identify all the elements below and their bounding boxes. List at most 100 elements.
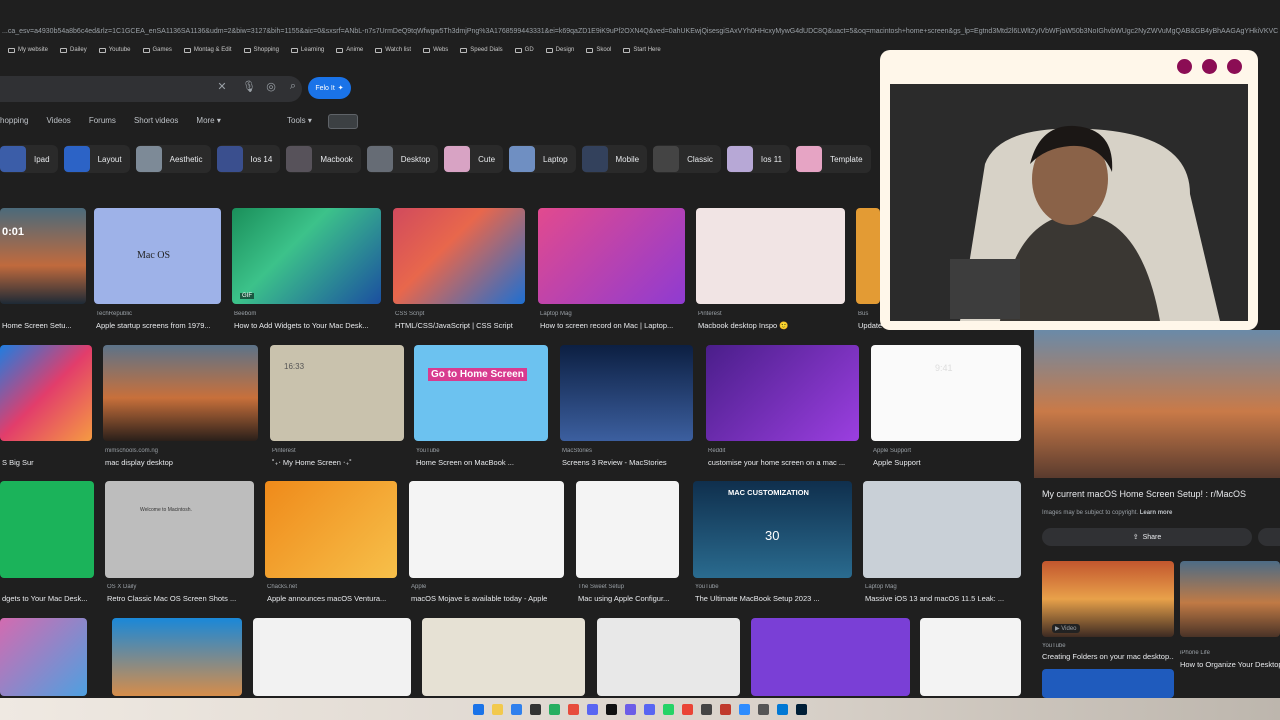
result-image[interactable] bbox=[409, 481, 564, 578]
result-caption[interactable]: Massive iOS 13 and macOS 11.5 Leak: ... bbox=[865, 594, 1035, 603]
result-image[interactable] bbox=[920, 618, 1021, 696]
bookmark-item[interactable]: Webs bbox=[423, 47, 448, 53]
tab-more[interactable]: More ▾ bbox=[196, 116, 220, 132]
chip-macbook[interactable]: Macbook bbox=[286, 145, 361, 173]
bookmark-item[interactable]: My website bbox=[8, 47, 48, 53]
bookmark-item[interactable]: Watch list bbox=[375, 47, 411, 53]
chip-layout[interactable]: Layout bbox=[63, 145, 130, 173]
result-caption[interactable]: Home Screen Setu... bbox=[2, 321, 100, 330]
result-image[interactable] bbox=[597, 618, 740, 696]
result-caption[interactable]: Macbook desktop Inspo 🙂 bbox=[698, 321, 859, 330]
taskbar-app-icon[interactable] bbox=[739, 703, 750, 715]
bookmark-item[interactable]: Youtube bbox=[98, 47, 131, 53]
taskbar-app-icon[interactable] bbox=[644, 703, 655, 715]
taskbar-app-icon[interactable] bbox=[568, 703, 579, 715]
result-image[interactable] bbox=[0, 618, 87, 696]
taskbar-app-icon[interactable] bbox=[530, 703, 541, 715]
bookmark-item[interactable]: Skool bbox=[586, 47, 611, 53]
result-caption[interactable]: macOS Mojave is available today - Apple bbox=[411, 594, 578, 603]
address-bar[interactable]: ...ca_esv=a4930b54a8b6c4ed&rlz=1C1GCEA_e… bbox=[0, 24, 1280, 40]
close-icon[interactable]: ✕ bbox=[214, 80, 230, 93]
bookmark-item[interactable]: Games bbox=[142, 47, 172, 53]
related-image-3[interactable] bbox=[1042, 669, 1174, 698]
result-caption[interactable]: Screens 3 Review - MacStories bbox=[562, 458, 707, 467]
result-image[interactable] bbox=[112, 618, 242, 696]
preview-image[interactable] bbox=[1034, 330, 1280, 478]
result-image[interactable] bbox=[393, 208, 525, 304]
result-image[interactable] bbox=[576, 481, 679, 578]
result-caption[interactable]: mac display desktop bbox=[105, 458, 272, 467]
result-image[interactable] bbox=[560, 345, 693, 441]
result-image[interactable] bbox=[706, 345, 859, 441]
taskbar-app-icon[interactable] bbox=[587, 703, 598, 715]
taskbar-app-icon[interactable] bbox=[663, 703, 674, 715]
taskbar-app-icon[interactable] bbox=[777, 703, 788, 715]
result-image[interactable] bbox=[0, 208, 86, 304]
result-image[interactable] bbox=[422, 618, 585, 696]
result-caption[interactable]: dgets to Your Mac Desk... bbox=[2, 594, 108, 603]
tab-videos[interactable]: Videos bbox=[46, 116, 70, 132]
taskbar-app-icon[interactable] bbox=[625, 703, 636, 715]
result-caption[interactable]: Mac using Apple Configur... bbox=[578, 594, 693, 603]
result-image[interactable] bbox=[0, 481, 94, 578]
taskbar-app-icon[interactable] bbox=[720, 703, 731, 715]
chip-mobile[interactable]: Mobile bbox=[581, 145, 648, 173]
taskbar-app-icon[interactable] bbox=[758, 703, 769, 715]
result-image[interactable] bbox=[253, 618, 411, 696]
result-caption[interactable]: S Big Sur bbox=[2, 458, 106, 467]
taskbar-app-icon[interactable] bbox=[796, 703, 807, 715]
microphone-icon[interactable]: 🎙 bbox=[241, 80, 257, 93]
result-caption[interactable]: The Ultimate MacBook Setup 2023 ... bbox=[695, 594, 866, 603]
result-image[interactable] bbox=[751, 618, 910, 696]
taskbar-app-icon[interactable] bbox=[682, 703, 693, 715]
result-image[interactable] bbox=[0, 345, 92, 441]
tools-toggle[interactable] bbox=[328, 114, 358, 129]
related-caption-1[interactable]: Creating Folders on your mac desktop... bbox=[1042, 652, 1174, 661]
bookmark-item[interactable]: Design bbox=[545, 47, 574, 53]
result-image[interactable] bbox=[538, 208, 685, 304]
search-icon[interactable]: ⌕ bbox=[285, 80, 301, 93]
learn-more-link[interactable]: Learn more bbox=[1140, 510, 1173, 516]
chip-ipad[interactable]: Ipad bbox=[0, 145, 58, 173]
taskbar-app-icon[interactable] bbox=[492, 703, 503, 715]
chip-ios-11[interactable]: Ios 11 bbox=[726, 145, 791, 173]
chip-template[interactable]: Template bbox=[796, 145, 871, 173]
result-caption[interactable]: HTML/CSS/JavaScript | CSS Script bbox=[395, 321, 539, 330]
chip-desktop[interactable]: Desktop bbox=[366, 145, 439, 173]
camera-icon[interactable]: ◎ bbox=[263, 80, 279, 93]
bookmark-item[interactable]: GD bbox=[514, 47, 534, 53]
result-image[interactable] bbox=[232, 208, 381, 304]
result-caption[interactable]: Apple announces macOS Ventura... bbox=[267, 594, 411, 603]
result-image[interactable] bbox=[863, 481, 1021, 578]
chip-cute[interactable]: Cute bbox=[444, 145, 504, 173]
result-image[interactable] bbox=[105, 481, 254, 578]
result-image[interactable] bbox=[414, 345, 548, 441]
result-caption[interactable]: Home Screen on MacBook ... bbox=[416, 458, 562, 467]
bookmark-item[interactable]: Speed Dials bbox=[460, 47, 503, 53]
tools-button[interactable]: Tools ▾ bbox=[287, 116, 312, 125]
result-caption[interactable]: How to screen record on Mac | Laptop... bbox=[540, 321, 699, 330]
result-caption[interactable]: How to Add Widgets to Your Mac Desk... bbox=[234, 321, 395, 330]
taskbar-app-icon[interactable] bbox=[511, 703, 522, 715]
preview-title[interactable]: My current macOS Home Screen Setup! : r/… bbox=[1042, 489, 1246, 499]
bookmark-item[interactable]: Learning bbox=[290, 47, 324, 53]
result-image[interactable] bbox=[871, 345, 1021, 441]
bookmark-item[interactable]: Start Here bbox=[623, 47, 661, 53]
chip-classic[interactable]: Classic bbox=[653, 145, 721, 173]
chip-ios-14[interactable]: Ios 14 bbox=[216, 145, 281, 173]
result-image[interactable] bbox=[696, 208, 845, 304]
taskbar-app-icon[interactable] bbox=[606, 703, 617, 715]
bookmark-item[interactable]: Dailey bbox=[60, 47, 87, 53]
felo-button[interactable]: Felo It ✦ bbox=[308, 77, 351, 99]
bookmark-item[interactable]: Montag & Edit bbox=[183, 47, 232, 53]
tab-short-videos[interactable]: Short videos bbox=[134, 116, 178, 132]
result-image[interactable] bbox=[265, 481, 397, 578]
bookmark-item[interactable]: Shopping bbox=[243, 47, 279, 53]
taskbar-app-icon[interactable] bbox=[473, 703, 484, 715]
result-image[interactable] bbox=[270, 345, 404, 441]
tab-forums[interactable]: Forums bbox=[89, 116, 116, 132]
taskbar-app-icon[interactable] bbox=[701, 703, 712, 715]
taskbar-app-icon[interactable] bbox=[549, 703, 560, 715]
result-caption[interactable]: Retro Classic Mac OS Screen Shots ... bbox=[107, 594, 268, 603]
tab-shopping[interactable]: hopping bbox=[0, 116, 28, 132]
